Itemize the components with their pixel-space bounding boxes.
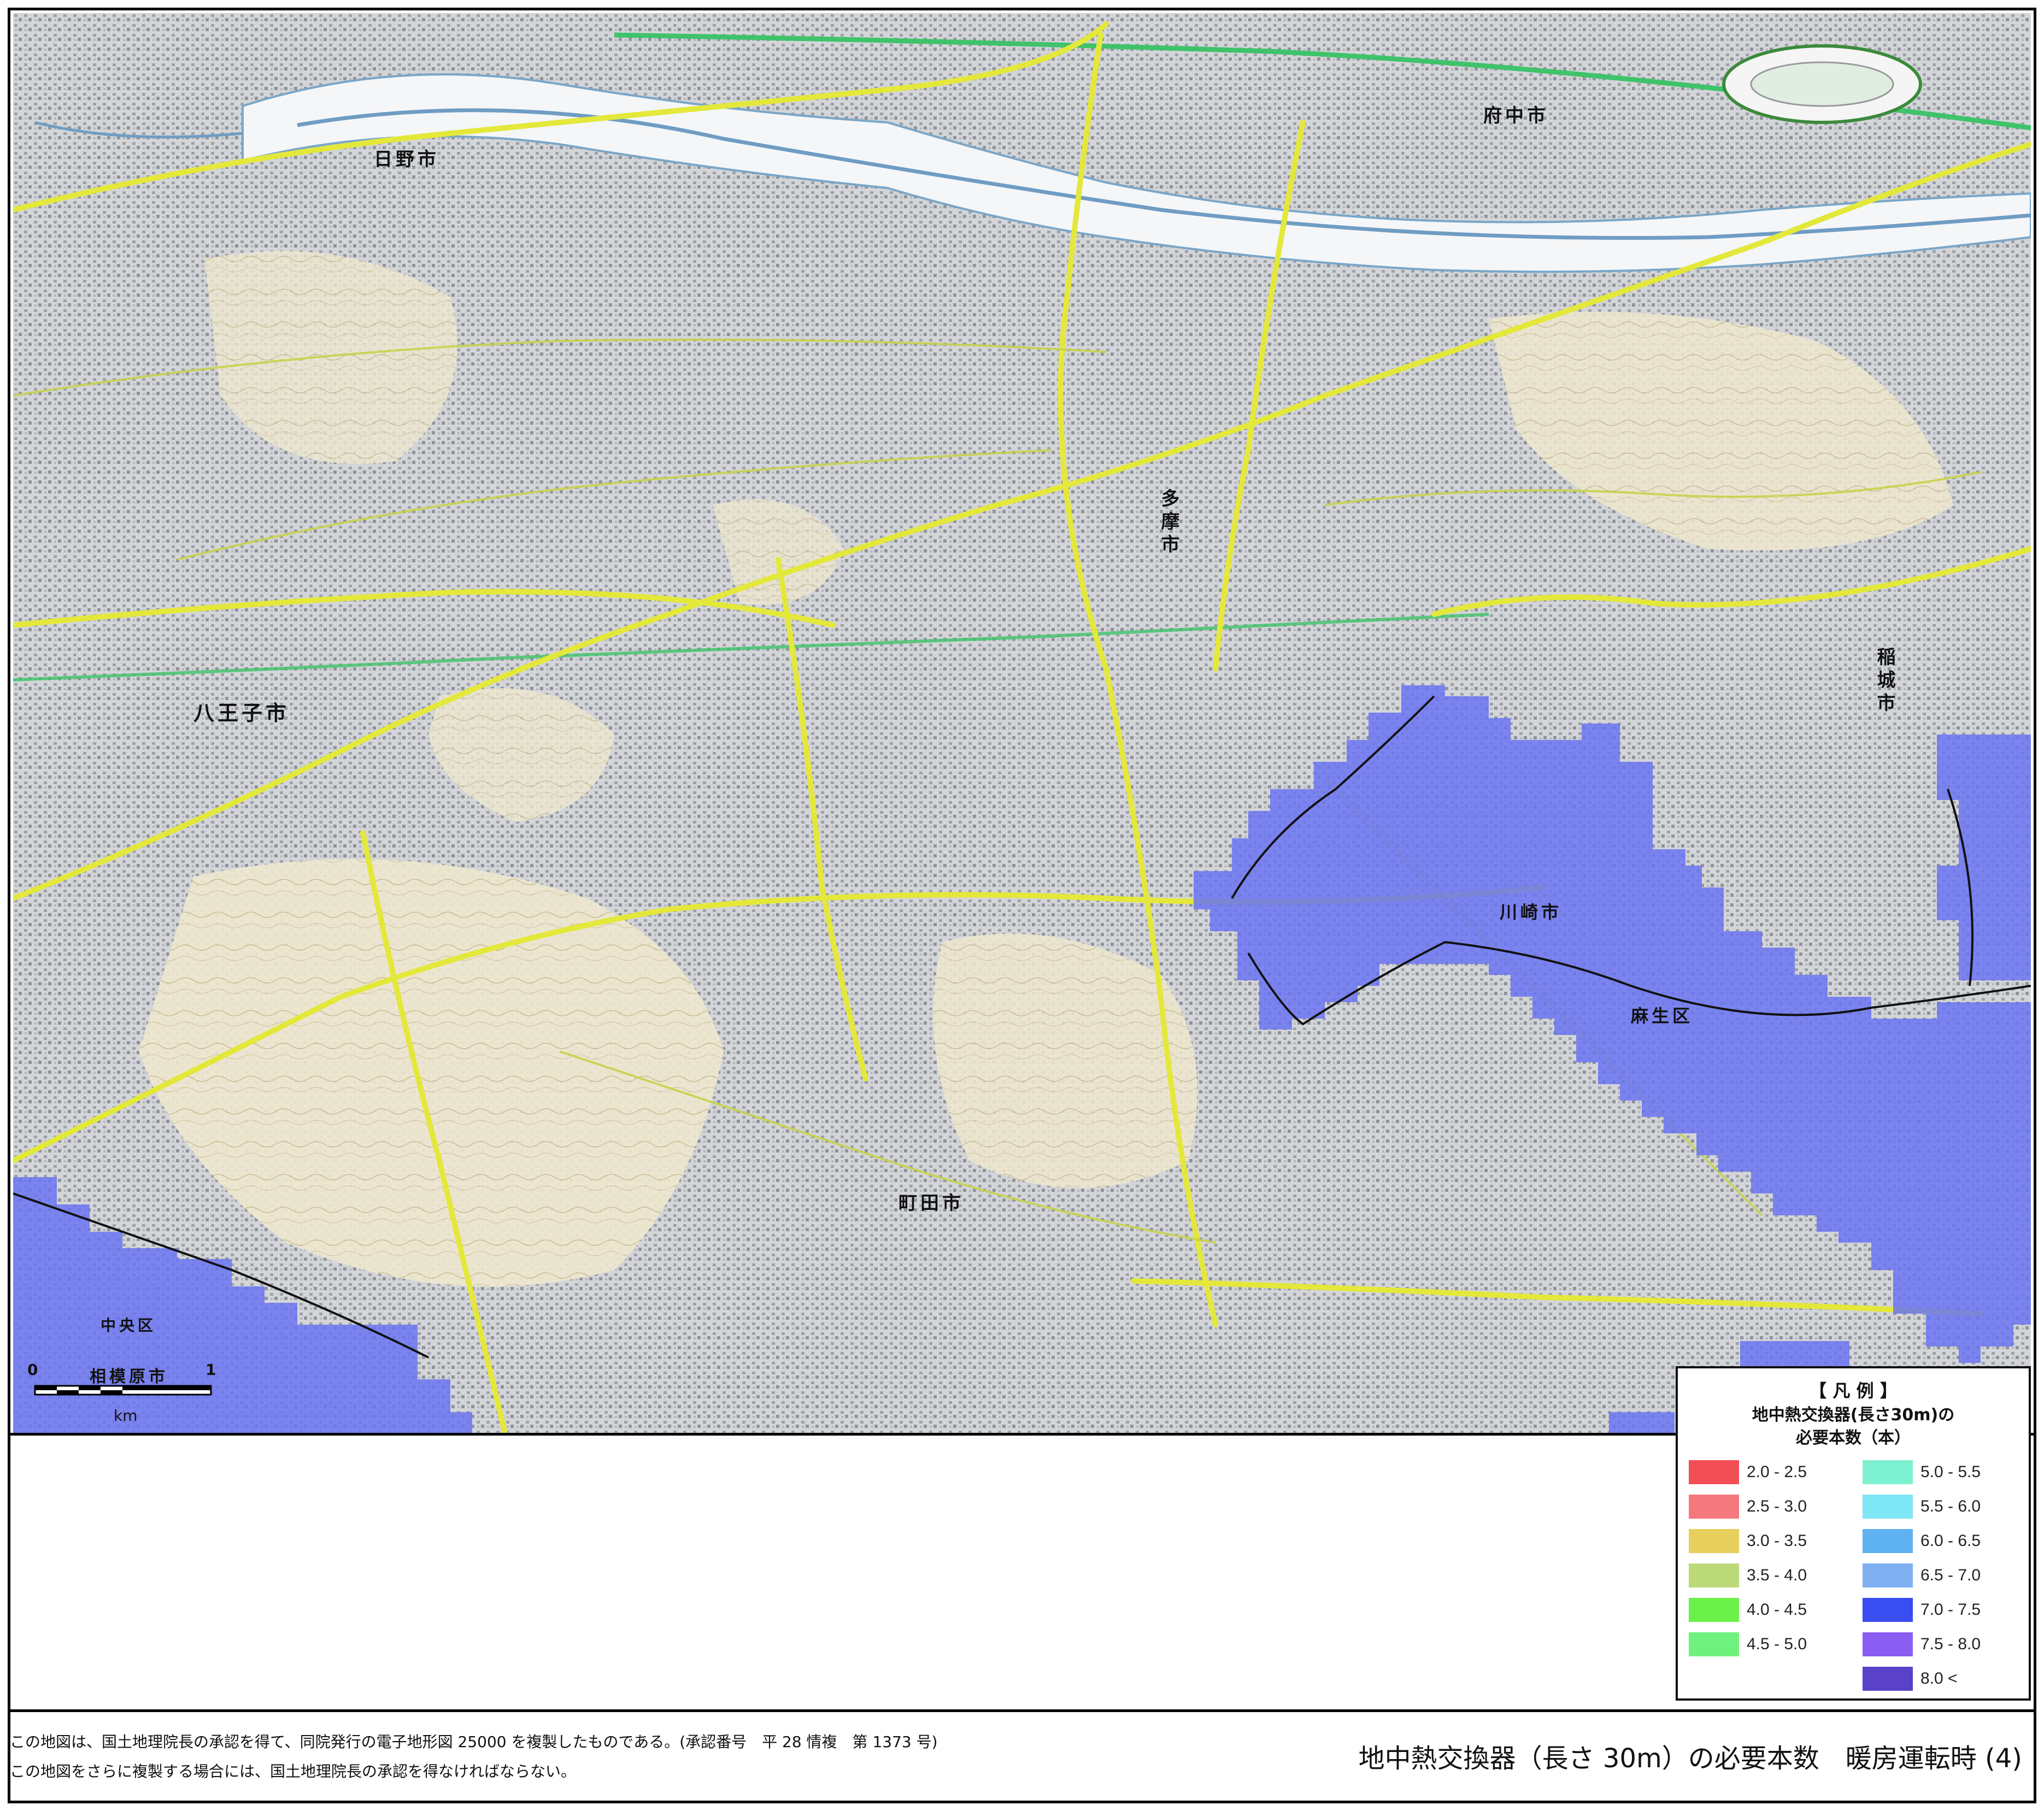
legend-item: 5.0 - 5.5 bbox=[1863, 1460, 1981, 1484]
legend-item: 7.0 - 7.5 bbox=[1863, 1598, 1981, 1622]
legend-swatch bbox=[1863, 1460, 1913, 1484]
legend-swatch bbox=[1863, 1667, 1913, 1691]
place-label-asao: 麻生区 bbox=[1631, 1006, 1694, 1026]
legend-swatch bbox=[1863, 1598, 1913, 1622]
legend-label: 3.5 - 4.0 bbox=[1747, 1566, 1807, 1584]
legend-subtitle-1: 地中熱交換器(長さ30m)の bbox=[1752, 1406, 1955, 1425]
legend-item: 8.0 < bbox=[1863, 1667, 1958, 1691]
copyright-note-1: この地図は、国土地理院長の承認を得て、同院発行の電子地形図 25000 を複製し… bbox=[10, 1733, 938, 1751]
place-label-inagi: 稲城市 bbox=[1873, 647, 1895, 716]
legend-label: 7.0 - 7.5 bbox=[1920, 1601, 1981, 1619]
map-title: 地中熱交換器（長さ 30m）の必要本数 暖房運転時 (4) bbox=[1358, 1743, 2022, 1774]
legend-item: 7.5 - 8.0 bbox=[1863, 1632, 1981, 1656]
legend-swatch bbox=[1689, 1563, 1739, 1587]
legend-label: 6.5 - 7.0 bbox=[1920, 1566, 1981, 1584]
scale-unit: km bbox=[114, 1407, 138, 1425]
legend-swatch bbox=[1689, 1529, 1739, 1553]
legend-swatch bbox=[1863, 1563, 1913, 1587]
legend-item: 2.5 - 3.0 bbox=[1689, 1495, 1807, 1519]
legend-item: 3.0 - 3.5 bbox=[1689, 1529, 1807, 1553]
legend-subtitle-2: 必要本数（本） bbox=[1796, 1428, 1911, 1448]
legend-item: 4.5 - 5.0 bbox=[1689, 1632, 1807, 1656]
legend-swatch bbox=[1689, 1460, 1739, 1484]
scale-bar: 0 1 km bbox=[22, 1361, 230, 1426]
copyright-note-2: この地図をさらに複製する場合には、国土地理院長の承認を得なければならない。 bbox=[10, 1762, 577, 1780]
legend: 【 凡 例 】 地中熱交換器(長さ30m)の 必要本数（本） 2.0 - 2.5… bbox=[1676, 1366, 2031, 1701]
map-graphic bbox=[13, 13, 2031, 1433]
legend-label: 8.0 < bbox=[1920, 1669, 1958, 1687]
legend-label: 3.0 - 3.5 bbox=[1747, 1532, 1807, 1550]
legend-item: 6.0 - 6.5 bbox=[1863, 1529, 1981, 1553]
place-label-hachioji: 八王子市 bbox=[193, 701, 290, 725]
footer-divider bbox=[8, 1709, 2036, 1712]
place-label-kawasaki: 川崎市 bbox=[1500, 902, 1563, 922]
legend-swatch bbox=[1863, 1632, 1913, 1656]
legend-item: 2.0 - 2.5 bbox=[1689, 1460, 1807, 1484]
legend-item: 3.5 - 4.0 bbox=[1689, 1563, 1807, 1587]
place-label-machida: 町田市 bbox=[898, 1192, 964, 1214]
place-label-hino: 日野市 bbox=[374, 149, 439, 170]
legend-item: 4.0 - 4.5 bbox=[1689, 1598, 1807, 1622]
legend-label: 5.0 - 5.5 bbox=[1920, 1463, 1981, 1481]
legend-label: 4.0 - 4.5 bbox=[1747, 1601, 1807, 1619]
legend-swatch bbox=[1689, 1632, 1739, 1656]
map-canvas[interactable]: 日野市 府中市 多摩市 八王子市 町田市 川崎市 麻生区 稲城市 中央区 相模原… bbox=[13, 13, 2031, 1433]
legend-title: 【 凡 例 】 bbox=[1809, 1380, 1898, 1401]
legend-label: 2.5 - 3.0 bbox=[1747, 1497, 1807, 1515]
legend-swatch bbox=[1863, 1529, 1913, 1553]
legend-item: 5.5 - 6.0 bbox=[1863, 1495, 1981, 1519]
legend-item: 6.5 - 7.0 bbox=[1863, 1563, 1981, 1587]
legend-label: 4.5 - 5.0 bbox=[1747, 1635, 1807, 1653]
legend-swatch bbox=[1689, 1598, 1739, 1622]
legend-swatch bbox=[1863, 1495, 1913, 1519]
legend-label: 6.0 - 6.5 bbox=[1920, 1532, 1981, 1550]
place-label-fuchu: 府中市 bbox=[1483, 105, 1549, 127]
legend-label: 2.0 - 2.5 bbox=[1747, 1463, 1807, 1481]
place-label-chuo: 中央区 bbox=[101, 1316, 157, 1334]
legend-label: 7.5 - 8.0 bbox=[1920, 1635, 1981, 1653]
legend-label: 5.5 - 6.0 bbox=[1920, 1497, 1981, 1515]
legend-swatch bbox=[1689, 1495, 1739, 1519]
place-label-tama: 多摩市 bbox=[1158, 489, 1179, 557]
